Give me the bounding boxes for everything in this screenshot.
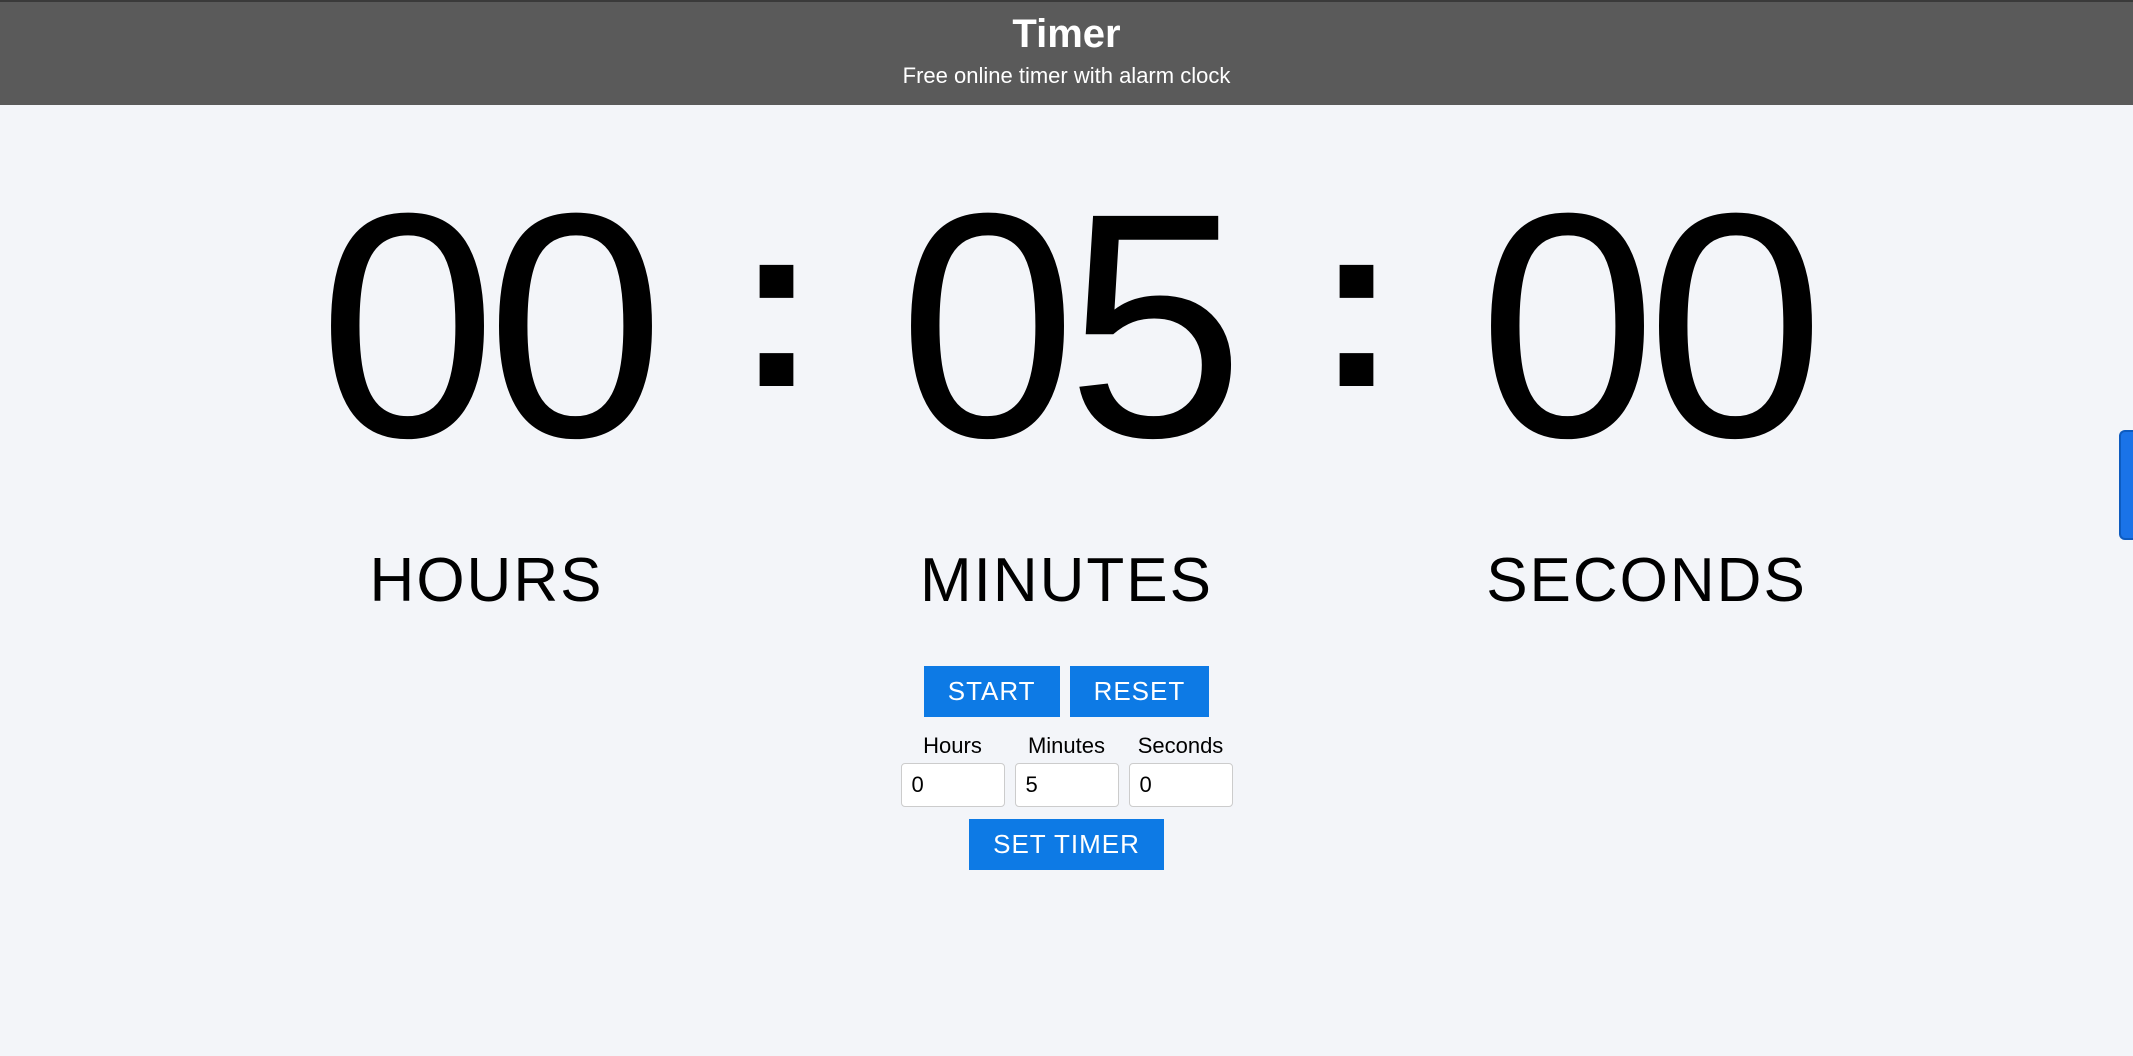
reset-button[interactable]: RESET	[1070, 666, 1210, 717]
page-title: Timer	[0, 12, 2133, 57]
hours-value: 00	[319, 165, 655, 485]
time-separator: :	[737, 165, 817, 441]
hours-label: HOURS	[370, 545, 604, 616]
hours-segment: 00 HOURS	[237, 165, 737, 616]
feedback-tab[interactable]	[2119, 430, 2133, 540]
minutes-value: 05	[899, 165, 1235, 485]
seconds-segment: 00 SECONDS	[1397, 165, 1897, 616]
time-inputs-row: Hours Minutes Seconds	[901, 733, 1233, 807]
minutes-label: MINUTES	[920, 545, 1213, 616]
set-timer-button[interactable]: SET TIMER	[969, 819, 1164, 870]
hours-input[interactable]	[901, 763, 1005, 807]
hours-input-label: Hours	[923, 733, 982, 759]
seconds-input-label: Seconds	[1138, 733, 1224, 759]
seconds-input[interactable]	[1129, 763, 1233, 807]
minutes-input-label: Minutes	[1028, 733, 1105, 759]
page-subtitle: Free online timer with alarm clock	[0, 63, 2133, 89]
start-button[interactable]: START	[924, 666, 1060, 717]
seconds-value: 00	[1479, 165, 1815, 485]
minutes-segment: 05 MINUTES	[817, 165, 1317, 616]
hours-input-group: Hours	[901, 733, 1005, 807]
seconds-input-group: Seconds	[1129, 733, 1233, 807]
main-button-row: START RESET	[924, 666, 1210, 717]
minutes-input[interactable]	[1015, 763, 1119, 807]
controls-panel: START RESET Hours Minutes Seconds SET TI…	[0, 666, 2133, 870]
time-separator: :	[1317, 165, 1397, 441]
page-header: Timer Free online timer with alarm clock	[0, 0, 2133, 105]
minutes-input-group: Minutes	[1015, 733, 1119, 807]
seconds-label: SECONDS	[1486, 545, 1807, 616]
timer-display: 00 HOURS : 05 MINUTES : 00 SECONDS	[0, 165, 2133, 616]
